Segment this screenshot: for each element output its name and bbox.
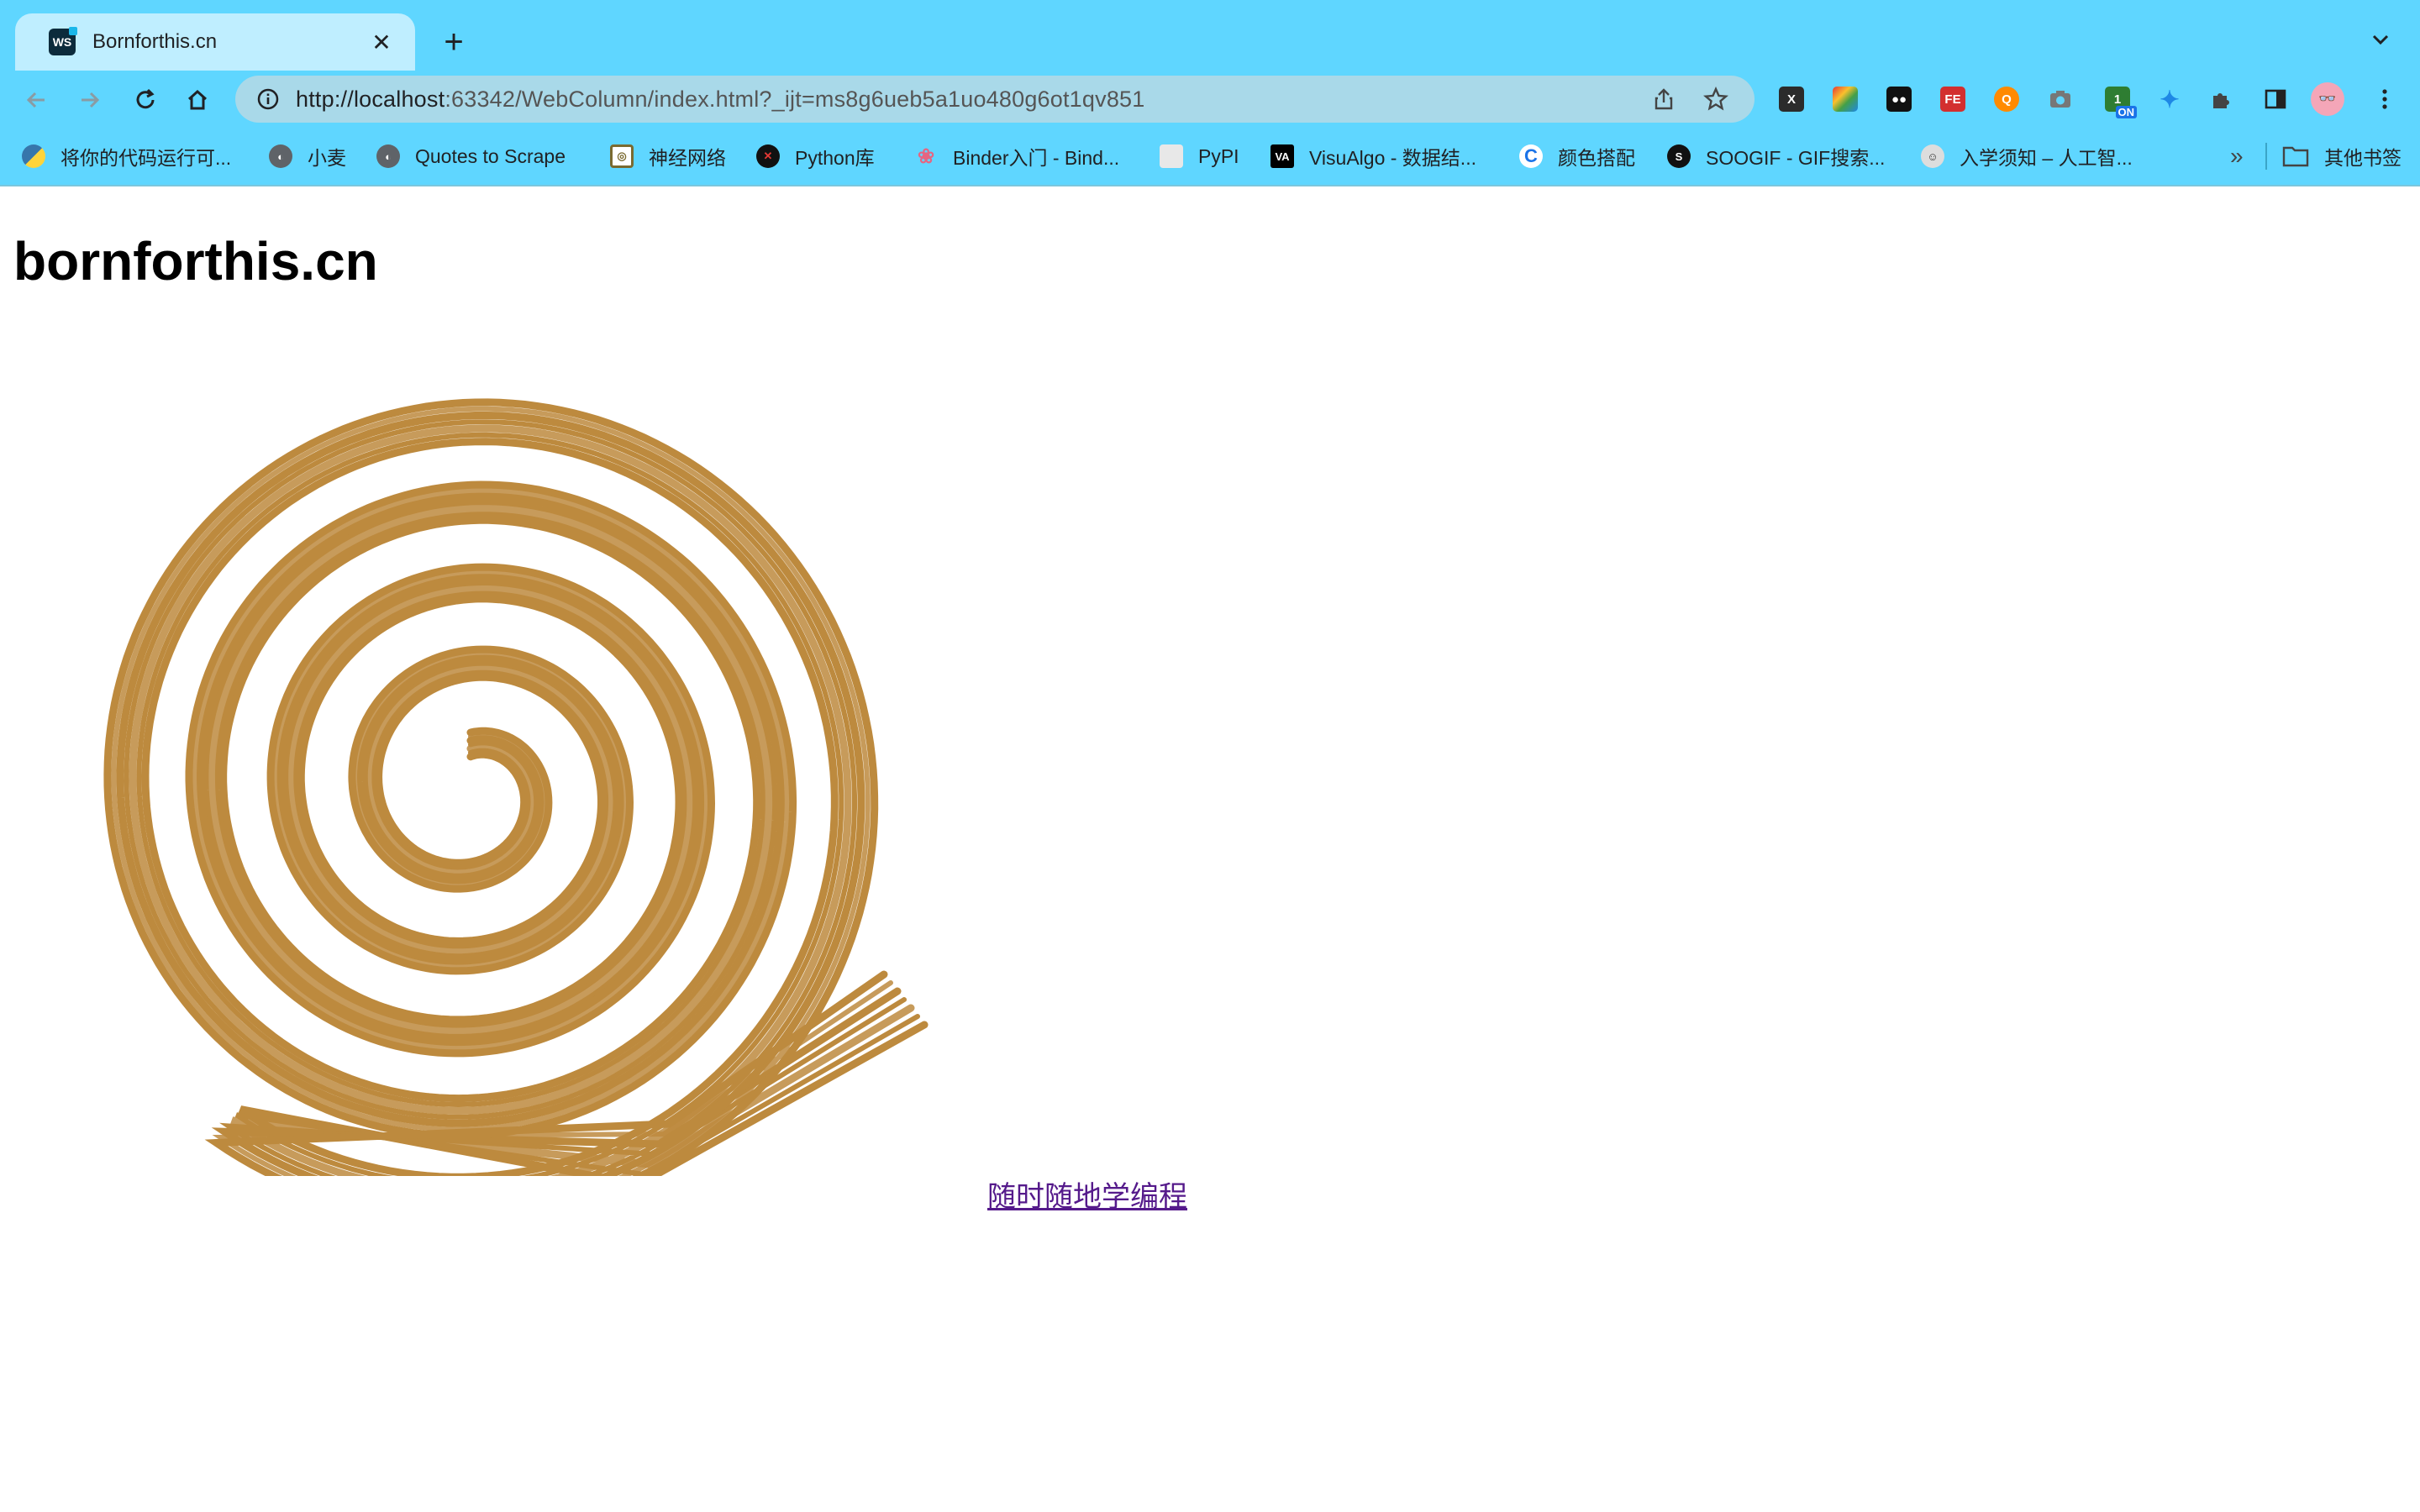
extension-palette-icon[interactable]: [1828, 82, 1862, 116]
ws-icon: WS: [49, 27, 77, 55]
bookmark-item[interactable]: C 颜色搭配: [1519, 139, 1635, 173]
tab-title: Bornforthis.cn: [92, 30, 218, 53]
spiral-image: [103, 398, 929, 1176]
extension-x-icon[interactable]: X: [1775, 82, 1808, 116]
menu-icon[interactable]: [2368, 82, 2402, 116]
python-icon: [22, 144, 45, 168]
camera-icon[interactable]: [2044, 82, 2077, 116]
address-bar[interactable]: http://localhost:63342/WebColumn/index.h…: [235, 76, 1754, 123]
globe-icon: ◐: [376, 144, 400, 168]
bookmark-item[interactable]: VA VisuAlgo - 数据结...: [1270, 139, 1476, 173]
bookmark-item[interactable]: ✕ Python库: [756, 139, 875, 173]
bookmarks-divider: [2265, 143, 2267, 170]
close-icon[interactable]: ✕: [368, 29, 395, 56]
back-button[interactable]: [15, 79, 57, 121]
bookmark-label: PyPI: [1198, 144, 1239, 167]
binder-icon: ❀: [917, 144, 935, 168]
browser-chrome: WS Bornforthis.cn ✕ + http://localhost:6…: [0, 0, 2420, 186]
bookmark-label: 颜色搭配: [1558, 147, 1635, 169]
url-host: http://localhost: [296, 86, 445, 112]
home-button[interactable]: [176, 79, 218, 121]
extension-on-icon[interactable]: 1 ON: [2101, 82, 2137, 118]
profile-avatar[interactable]: 👓: [2311, 82, 2344, 116]
bookmark-label: VisuAlgo - 数据结...: [1309, 147, 1476, 169]
soogif-icon: S: [1667, 144, 1691, 168]
reload-icon: [136, 88, 155, 109]
bookmark-label: 小麦: [308, 147, 346, 169]
bookmark-item[interactable]: ◎ 神经网络: [610, 139, 726, 173]
other-bookmarks-label: 其他书签: [2324, 147, 2402, 169]
bookmarks-overflow-button[interactable]: »: [2230, 139, 2244, 173]
python-lib-icon: ✕: [756, 144, 780, 168]
bookmark-label: 神经网络: [649, 147, 726, 169]
arrow-right-icon: [82, 92, 100, 108]
arrow-left-icon: [26, 92, 45, 108]
toolbar: http://localhost:63342/WebColumn/index.h…: [0, 71, 2420, 129]
bookmark-item[interactable]: ❀ Binder入门 - Bind...: [914, 139, 1119, 173]
bookmark-item[interactable]: ◐ Quotes to Scrape: [376, 139, 566, 173]
bookmark-label: Quotes to Scrape: [415, 144, 566, 167]
color-icon: C: [1519, 144, 1543, 168]
other-bookmarks-folder[interactable]: 其他书签: [2282, 139, 2402, 173]
pypi-icon: [1160, 144, 1183, 168]
target-icon: ◎: [610, 144, 634, 168]
side-panel-icon[interactable]: [2259, 82, 2292, 116]
extension-eyes-icon[interactable]: ●●: [1882, 82, 1916, 116]
tab-strip: WS Bornforthis.cn ✕ +: [0, 0, 2420, 71]
info-icon[interactable]: [255, 87, 281, 112]
globe-icon: ◐: [269, 144, 292, 168]
page-title: bornforthis.cn: [13, 231, 378, 291]
extension-orange-icon[interactable]: Q: [1990, 82, 2023, 116]
bookmark-label: 入学须知 – 人工智...: [1960, 147, 2133, 169]
reload-button[interactable]: [124, 79, 166, 121]
star-icon[interactable]: [1697, 81, 1734, 118]
bookmark-item[interactable]: 将你的代码运行可...: [22, 139, 231, 173]
active-tab[interactable]: WS Bornforthis.cn ✕: [15, 13, 415, 71]
learn-programming-link[interactable]: 随时随地学编程: [987, 1173, 1187, 1215]
forward-button[interactable]: [69, 79, 111, 121]
url-path: :63342/WebColumn/index.html?_ijt=ms8g6ue…: [445, 86, 1145, 112]
bookmark-label: SOOGIF - GIF搜索...: [1706, 147, 1886, 169]
url-text[interactable]: http://localhost:63342/WebColumn/index.h…: [296, 87, 1630, 113]
extension-bird-icon[interactable]: ✦: [2153, 82, 2186, 116]
bookmark-item[interactable]: S SOOGIF - GIF搜索...: [1667, 139, 1885, 173]
share-icon[interactable]: [1645, 81, 1682, 118]
bookmark-label: 将你的代码运行可...: [60, 147, 232, 169]
home-icon: [187, 89, 208, 110]
bookmark-item[interactable]: PyPI: [1160, 139, 1239, 173]
bookmarks-bar: 将你的代码运行可... ◐ 小麦 ◐ Quotes to Scrape ◎ 神经…: [0, 129, 2420, 183]
visualgo-icon: VA: [1270, 144, 1294, 168]
puzzle-icon[interactable]: [2205, 82, 2238, 116]
new-tab-button[interactable]: +: [437, 24, 471, 60]
bookmark-item[interactable]: ☺ 入学须知 – 人工智...: [1921, 139, 2133, 173]
bookmark-item[interactable]: ◐ 小麦: [269, 139, 346, 173]
avatar-icon: ☺: [1921, 144, 1944, 168]
bookmark-label: Python库: [795, 147, 875, 169]
chevron-down-icon[interactable]: [2366, 25, 2395, 54]
extension-fe-icon[interactable]: FE: [1936, 82, 1970, 116]
bookmark-label: Binder入门 - Bind...: [953, 147, 1120, 169]
folder-icon: [2282, 144, 2309, 168]
